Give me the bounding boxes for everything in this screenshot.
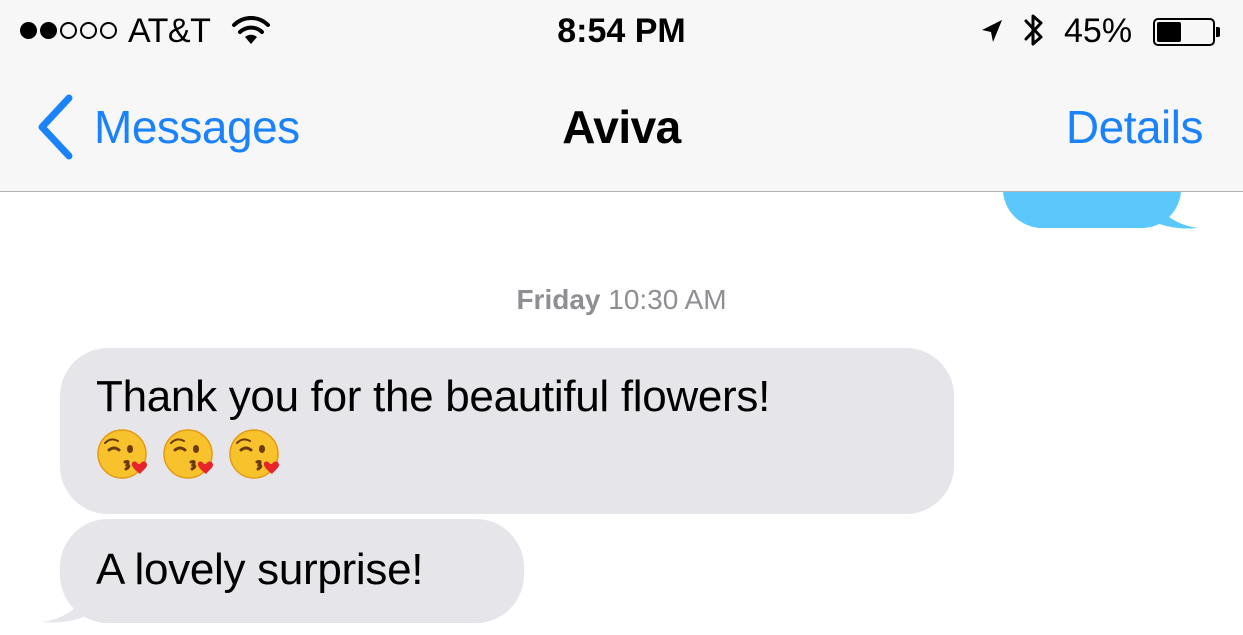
conversation-title: Aviva xyxy=(562,101,681,153)
received-bubble-tail xyxy=(42,580,90,623)
status-time: 8:54 PM xyxy=(557,12,686,50)
sent-bubble-tail xyxy=(1150,186,1198,229)
battery-nub xyxy=(1216,27,1220,37)
navigation-bar: Messages Aviva Details xyxy=(0,64,1243,192)
battery-percent: 45% xyxy=(1064,12,1133,50)
message-text: A lovely surprise! xyxy=(96,545,424,594)
bluetooth-icon xyxy=(1024,14,1043,46)
timestamp-day: Friday xyxy=(516,284,601,315)
face-blowing-kiss-icon xyxy=(163,429,213,479)
received-message-bubble[interactable]: A lovely surprise! xyxy=(60,519,524,623)
status-bar: AT&T 8:54 PM 45% xyxy=(0,0,1243,64)
header: AT&T 8:54 PM 45% Messages Aviva Details xyxy=(0,0,1243,192)
message-text: Thank you for the beautiful flowers! xyxy=(96,372,771,421)
battery-icon xyxy=(1153,18,1215,46)
messages-screen: Friday 10:30 AM Thank you for the beauti… xyxy=(0,0,1243,635)
received-message-bubble[interactable]: Thank you for the beautiful flowers! xyxy=(60,348,954,514)
face-blowing-kiss-icon xyxy=(97,429,147,479)
face-blowing-kiss-icon xyxy=(229,429,279,479)
details-button[interactable]: Details xyxy=(1066,100,1204,154)
location-arrow-icon xyxy=(982,20,1002,42)
message-timestamp: Friday 10:30 AM xyxy=(0,284,1243,316)
battery-level-fill xyxy=(1157,22,1182,42)
timestamp-time: 10:30 AM xyxy=(608,284,727,315)
emoji-row xyxy=(96,428,918,482)
